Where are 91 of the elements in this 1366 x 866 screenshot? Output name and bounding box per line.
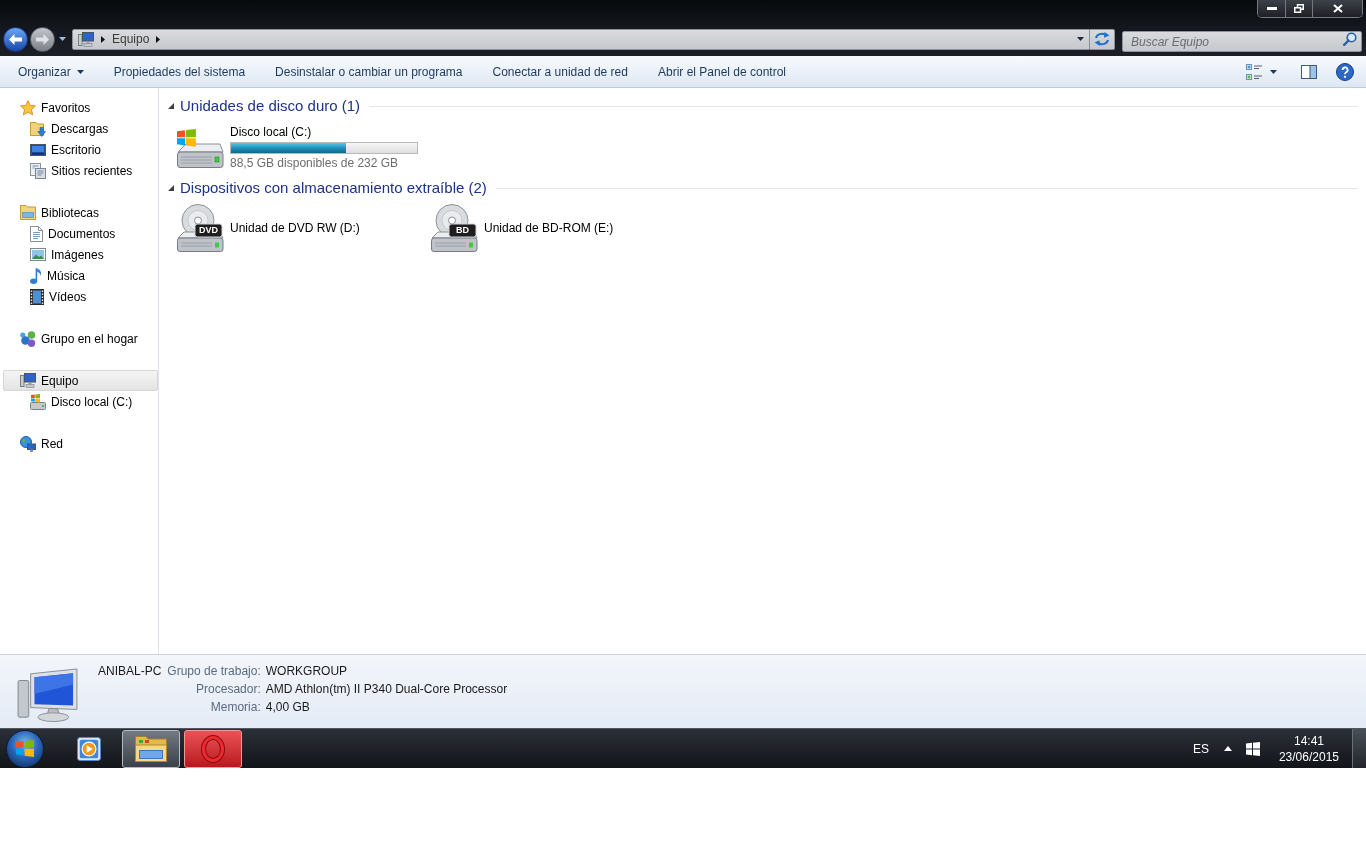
sidebar-item[interactable]: Sitios recientes — [29, 160, 134, 181]
flag-icon[interactable] — [1245, 741, 1260, 756]
film-strip-icon — [30, 288, 44, 305]
sidebar-item[interactable]: Documentos — [29, 223, 117, 244]
refresh-button[interactable] — [1090, 28, 1115, 50]
sidebar-item[interactable]: Imágenes — [29, 244, 105, 265]
breadcrumb-item[interactable]: Equipo — [112, 32, 150, 46]
play-icon — [77, 735, 101, 762]
sidebar-item[interactable]: Vídeos — [29, 286, 88, 307]
ring-icon — [201, 734, 225, 763]
restore-icon — [1294, 4, 1304, 13]
computer-icon — [17, 668, 79, 722]
arrow-left-icon — [9, 33, 22, 45]
caret-icon[interactable] — [59, 37, 66, 41]
sidebar-item[interactable]: Grupo en el hogar — [19, 328, 139, 349]
help-icon[interactable] — [1336, 62, 1354, 81]
windows-logo-icon — [16, 740, 34, 757]
sidebar-item[interactable]: Disco local (C:) — [29, 391, 134, 412]
clock-date[interactable]: 23/06/2015 — [1278, 748, 1339, 765]
desktop-icon — [30, 143, 46, 156]
detail-value: 4,00 GB — [265, 699, 311, 716]
caret-icon[interactable] — [1077, 37, 1084, 41]
computer-icon — [20, 373, 36, 388]
toolbar-button[interactable]: Conectar a unidad de red — [477, 59, 643, 84]
stacked-pages-icon — [30, 162, 46, 179]
taskbar-button[interactable] — [76, 735, 102, 762]
chevron-up-icon[interactable] — [1223, 746, 1232, 751]
detail-value: AMD Athlon(tm) II P340 Dual-Core Processor — [265, 681, 508, 698]
disc-type-label: BD — [455, 224, 470, 237]
detail-label: Grupo de trabajo: — [167, 663, 261, 680]
toolbar-button[interactable]: Desinstalar o cambiar un programa — [260, 59, 478, 84]
folder-icon — [20, 205, 36, 220]
close-button[interactable] — [1313, 0, 1362, 17]
caret-icon — [76, 69, 84, 74]
picture-icon — [30, 248, 46, 261]
chevron-right-icon[interactable] — [101, 35, 105, 43]
drive-name[interactable]: Disco local (C:) — [230, 125, 418, 139]
folder-icon — [135, 735, 167, 762]
close-icon — [1332, 4, 1343, 13]
sidebar-item[interactable]: Equipo — [3, 370, 158, 391]
toolbar-button[interactable]: Propiedades del sistema — [98, 59, 261, 84]
disc-type-label: DVD — [198, 224, 219, 237]
restore-button[interactable] — [1286, 0, 1313, 17]
caret-icon — [1270, 69, 1277, 74]
refresh-icon — [1094, 32, 1110, 46]
arrow-right-icon — [36, 33, 49, 45]
music-note-icon — [30, 267, 42, 284]
colored-balls-icon — [20, 330, 36, 347]
search-icon — [1343, 31, 1357, 46]
address-bar[interactable]: Equipo — [72, 28, 1090, 50]
document-icon — [30, 225, 43, 242]
detail-label: Procesador: — [196, 681, 261, 698]
view-list-icon — [1246, 63, 1262, 80]
sidebar-item[interactable]: Favoritos — [19, 97, 92, 118]
optical-drive-icon — [176, 204, 224, 252]
back-button[interactable] — [3, 26, 28, 52]
hard-drive-icon — [176, 128, 224, 168]
free-space-label: 88,5 GB disponibles de 232 GB — [230, 156, 400, 170]
toolbar-button[interactable]: Abrir el Panel de control — [642, 59, 802, 84]
minimize-button[interactable] — [1258, 0, 1286, 17]
clock-time[interactable]: 14:41 — [1293, 732, 1324, 749]
search-field[interactable]: Buscar Equipo — [1122, 31, 1362, 52]
drive-icon — [30, 393, 46, 410]
optical-drive-icon — [430, 204, 478, 252]
sidebar-item[interactable]: Descargas — [29, 118, 110, 139]
preview-pane-icon[interactable] — [1301, 64, 1317, 79]
triangle-icon[interactable] — [168, 185, 174, 191]
group-header[interactable]: Unidades de disco duro (1) — [168, 97, 361, 115]
drive-name[interactable]: Unidad de BD-ROM (E:) — [484, 221, 614, 235]
taskbar-button[interactable] — [184, 729, 242, 768]
detail-label: Memoria: — [210, 699, 261, 716]
toolbar-button[interactable]: Organizar — [3, 59, 99, 84]
taskbar-button[interactable] — [122, 729, 180, 768]
globe-monitor-icon — [20, 435, 36, 452]
language-indicator[interactable]: ES — [1192, 741, 1209, 756]
computer-name: ANIBAL-PC — [98, 663, 162, 680]
star-icon — [20, 99, 36, 116]
minimize-icon — [1266, 7, 1277, 10]
sidebar-item[interactable]: Escritorio — [29, 139, 102, 160]
sidebar-item[interactable]: Red — [19, 433, 64, 454]
start-button[interactable] — [6, 729, 44, 768]
drive-name[interactable]: Unidad de DVD RW (D:) — [230, 221, 360, 235]
show-desktop-button[interactable] — [1352, 729, 1366, 768]
detail-value: WORKGROUP — [265, 663, 349, 680]
sidebar-item[interactable]: Bibliotecas — [19, 202, 101, 223]
group-header[interactable]: Dispositivos con almacenamiento extraíble (2) — [168, 179, 487, 197]
sidebar-item[interactable]: Música — [29, 265, 86, 286]
chevron-right-icon[interactable] — [156, 35, 161, 43]
triangle-icon[interactable] — [168, 103, 174, 109]
folder-arrow-icon — [30, 120, 46, 137]
computer-icon — [78, 31, 94, 47]
